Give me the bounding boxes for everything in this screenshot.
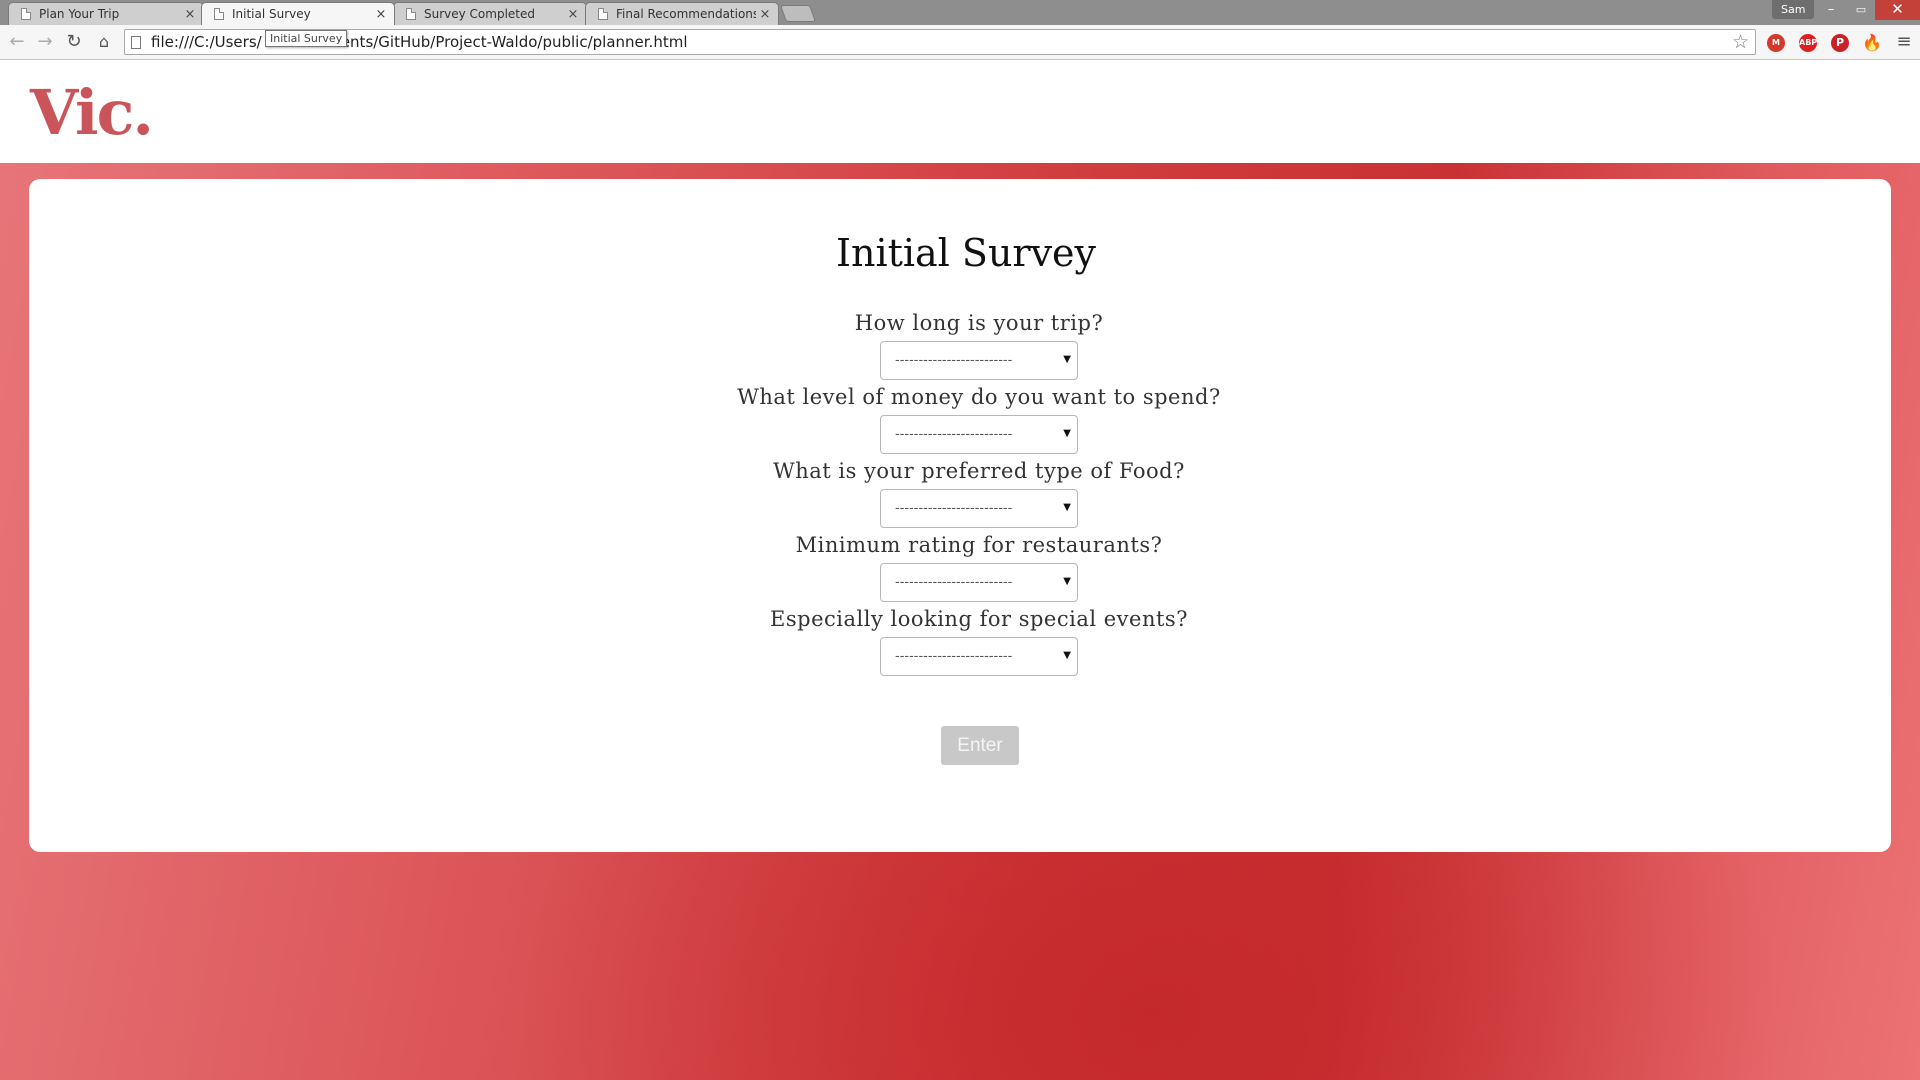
forward-arrow-icon[interactable]: → bbox=[33, 30, 57, 54]
close-icon[interactable]: × bbox=[372, 7, 390, 22]
food-type-select[interactable]: ------------------------- ▼ bbox=[880, 489, 1078, 528]
site-logo[interactable]: Vic. bbox=[30, 76, 154, 149]
select-value: ------------------------- bbox=[895, 427, 1013, 442]
tab-initial-survey[interactable]: Initial Survey × bbox=[201, 2, 395, 25]
tab-title: Plan Your Trip bbox=[39, 7, 120, 21]
browser-tab-strip: Plan Your Trip × Initial Survey × Survey… bbox=[0, 0, 1920, 25]
chevron-down-icon: ▼ bbox=[1063, 650, 1071, 661]
home-icon[interactable]: ⌂ bbox=[92, 30, 116, 54]
tab-tooltip: Initial Survey bbox=[265, 30, 348, 47]
back-arrow-icon[interactable]: ← bbox=[5, 30, 29, 54]
select-value: ------------------------- bbox=[895, 353, 1013, 368]
mail-checker-icon[interactable]: M bbox=[1767, 34, 1785, 52]
question-label-min-rating: Minimum rating for restaurants? bbox=[795, 533, 1163, 557]
question-label-money-level: What level of money do you want to spend… bbox=[737, 385, 1221, 409]
question-label-trip-length: How long is your trip? bbox=[854, 311, 1104, 335]
question-label-special-events: Especially looking for special events? bbox=[770, 607, 1188, 631]
chevron-down-icon: ▼ bbox=[1063, 576, 1071, 587]
survey-card: Initial Survey How long is your trip? --… bbox=[29, 179, 1891, 852]
document-icon bbox=[131, 35, 141, 49]
min-rating-select[interactable]: ------------------------- ▼ bbox=[880, 563, 1078, 602]
tab-plan-your-trip[interactable]: Plan Your Trip × bbox=[8, 2, 204, 25]
trip-length-select[interactable]: ------------------------- ▼ bbox=[880, 341, 1078, 380]
chevron-down-icon: ▼ bbox=[1063, 502, 1071, 513]
fire-icon[interactable]: 🔥 bbox=[1862, 34, 1882, 52]
tab-title: Initial Survey bbox=[232, 7, 311, 21]
bookmark-star-icon[interactable]: ☆ bbox=[1732, 31, 1749, 53]
profile-button[interactable]: Sam bbox=[1772, 0, 1815, 19]
page-icon bbox=[21, 8, 31, 20]
close-icon[interactable]: × bbox=[181, 7, 199, 22]
question-label-food-type: What is your preferred type of Food? bbox=[773, 459, 1185, 483]
close-icon[interactable]: × bbox=[756, 7, 774, 22]
page-icon bbox=[598, 8, 608, 20]
site-header: Vic. bbox=[0, 61, 1920, 163]
chevron-down-icon: ▼ bbox=[1063, 354, 1071, 365]
page-icon bbox=[406, 8, 416, 20]
close-icon[interactable]: × bbox=[564, 7, 582, 22]
page-icon bbox=[214, 8, 224, 20]
window-close-icon[interactable]: ✕ bbox=[1875, 0, 1920, 20]
select-value: ------------------------- bbox=[895, 501, 1013, 516]
tab-title: Survey Completed bbox=[424, 7, 536, 21]
special-events-select[interactable]: ------------------------- ▼ bbox=[880, 637, 1078, 676]
address-bar[interactable]: file:///C:/Users/ uments/GitHub/Project-… bbox=[124, 29, 1756, 55]
tab-final-recommendations[interactable]: Final Recommendations × bbox=[585, 2, 779, 25]
url-text-prefix: file:///C:/Users/ bbox=[151, 33, 262, 51]
new-tab-button[interactable] bbox=[779, 5, 817, 22]
adblock-plus-icon[interactable]: ABP bbox=[1799, 34, 1817, 52]
tab-survey-completed[interactable]: Survey Completed × bbox=[393, 2, 587, 25]
url-text-suffix: uments/GitHub/Project-Waldo/public/plann… bbox=[316, 33, 688, 51]
select-value: ------------------------- bbox=[895, 575, 1013, 590]
select-value: ------------------------- bbox=[895, 649, 1013, 664]
pinterest-icon[interactable]: P bbox=[1831, 34, 1849, 52]
menu-icon[interactable]: ≡ bbox=[1892, 30, 1916, 54]
maximize-icon[interactable]: ▭ bbox=[1846, 0, 1876, 20]
minimize-icon[interactable]: – bbox=[1816, 0, 1846, 20]
money-level-select[interactable]: ------------------------- ▼ bbox=[880, 415, 1078, 454]
page-title: Initial Survey bbox=[835, 231, 1097, 275]
reload-icon[interactable]: ↻ bbox=[62, 30, 86, 54]
chevron-down-icon: ▼ bbox=[1063, 428, 1071, 439]
enter-button[interactable]: Enter bbox=[941, 726, 1019, 765]
tab-title: Final Recommendations bbox=[616, 7, 756, 21]
